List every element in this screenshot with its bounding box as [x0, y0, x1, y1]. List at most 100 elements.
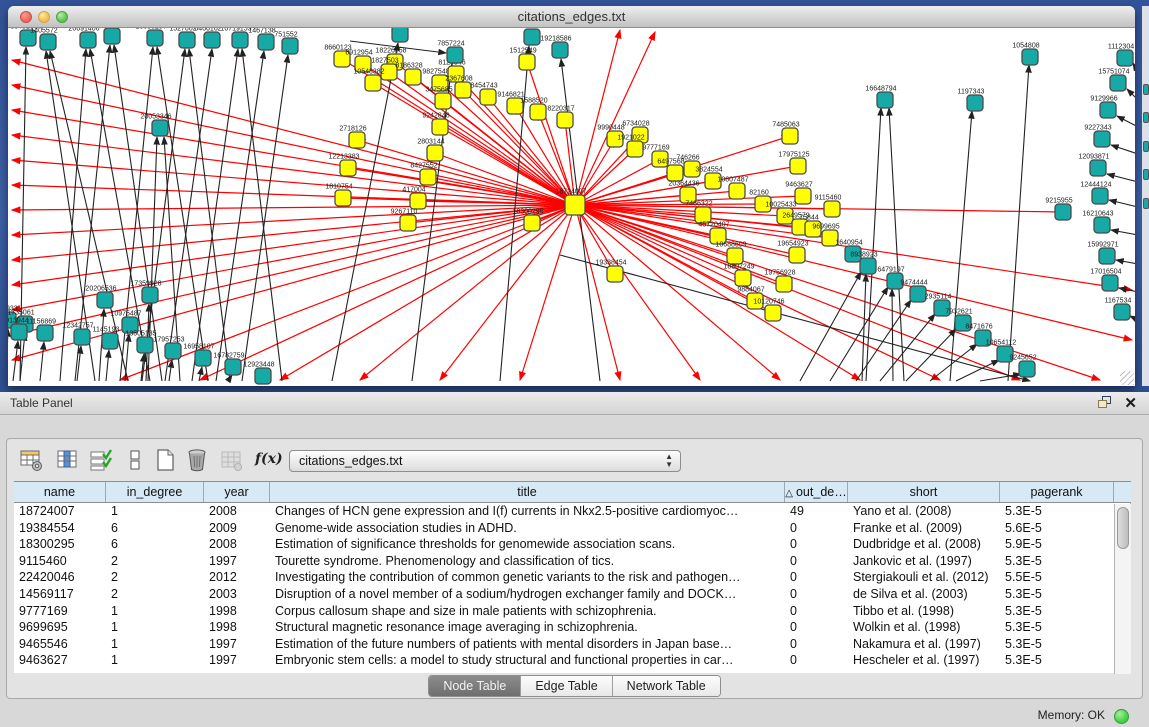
citation-network-graph[interactable]: 1872400786601238912954182260581827503105…: [8, 28, 1135, 386]
network-edge[interactable]: [1111, 230, 1135, 235]
column-header-short[interactable]: short: [848, 482, 1000, 502]
modify-table-icon[interactable]: [19, 448, 45, 474]
network-edge[interactable]: [12, 160, 575, 205]
network-node-9242848[interactable]: 9242848: [422, 113, 449, 136]
new-table-icon[interactable]: [153, 448, 179, 474]
network-edge[interactable]: [157, 47, 208, 381]
network-node-17975125[interactable]: 17975125: [778, 152, 809, 175]
network-node-16648794[interactable]: 16648794: [865, 86, 896, 109]
table-row[interactable]: 969969511998Structural magnetic resonanc…: [14, 619, 1130, 636]
table-row[interactable]: 1872400712008Changes of HCN gene express…: [14, 503, 1130, 520]
network-node-9474444[interactable]: 9474444: [900, 280, 927, 303]
network-edge[interactable]: [40, 342, 44, 381]
network-node-9129966[interactable]: 9129966: [1090, 96, 1117, 119]
network-edge[interactable]: [1008, 65, 1029, 381]
network-edge[interactable]: [13, 341, 18, 381]
select-rows-icon[interactable]: [89, 448, 115, 474]
network-edge[interactable]: [357, 140, 575, 205]
network-node-17016504[interactable]: 17016504: [1090, 269, 1121, 292]
network-node-8938923[interactable]: 8938923: [850, 252, 877, 275]
network-edge[interactable]: [1117, 116, 1135, 127]
network-node-10653287[interactable]: 10653287: [135, 28, 166, 46]
table-row[interactable]: 946362711997Embryonic stem cells: a mode…: [14, 652, 1130, 669]
network-node-1467138[interactable]: 1467138: [248, 28, 275, 50]
network-node-16033809[interactable]: 16033809: [380, 28, 411, 42]
network-edge[interactable]: [12, 205, 575, 260]
network-node-20206536[interactable]: 20206536: [85, 286, 116, 309]
network-edge[interactable]: [930, 344, 977, 381]
network-node-1145193[interactable]: 1145193: [93, 327, 120, 350]
table-row[interactable]: 2242004622012Investigating the contribut…: [14, 569, 1130, 586]
table-row[interactable]: 1456911722003Disruption of a novel membe…: [14, 586, 1130, 603]
network-node-9245652[interactable]: 9245652: [1009, 355, 1036, 378]
float-panel-icon[interactable]: [1098, 396, 1113, 414]
network-node-15751074[interactable]: 15751074: [1098, 69, 1129, 92]
network-node-9267110[interactable]: 9267110: [391, 209, 418, 232]
network-node-1197343[interactable]: 1197343: [958, 89, 985, 112]
network-edge[interactable]: [1130, 316, 1135, 320]
network-node-8813054[interactable]: 8813054: [514, 28, 541, 45]
network-node-12444124[interactable]: 12444124: [1080, 182, 1111, 205]
table-row[interactable]: 1830029562008Estimation of significance …: [14, 536, 1130, 553]
network-canvas[interactable]: 1872400786601238912954182260581827503105…: [8, 28, 1135, 386]
network-node-1512549[interactable]: 1512549: [509, 48, 536, 71]
column-header-year[interactable]: year: [204, 482, 270, 502]
network-edge[interactable]: [106, 350, 109, 381]
network-edge[interactable]: [575, 30, 620, 205]
network-node-417004[interactable]: 417004: [402, 187, 426, 210]
network-node-9227343[interactable]: 9227343: [1084, 125, 1111, 148]
table-panel-header[interactable]: Table Panel ✕: [0, 392, 1149, 415]
network-window-titlebar[interactable]: citations_edges.txt: [8, 6, 1135, 28]
network-node-13505135[interactable]: 13505135: [125, 331, 156, 354]
network-node-1054808[interactable]: 1054808: [1012, 43, 1039, 66]
network-edge[interactable]: [950, 111, 972, 381]
network-node-18807249[interactable]: 18807249: [723, 264, 754, 287]
network-node-2803144[interactable]: 2803144: [417, 139, 444, 162]
network-node-1588520[interactable]: 1588520: [520, 98, 547, 121]
network-node-8220317[interactable]: 8220317: [547, 106, 574, 129]
network-edge[interactable]: [192, 49, 238, 381]
show-columns-icon[interactable]: [55, 448, 81, 474]
network-edge[interactable]: [169, 360, 172, 381]
network-node-3475685[interactable]: 3475685: [425, 87, 452, 110]
network-node-16210643[interactable]: 16210643: [1082, 211, 1113, 234]
network-edge[interactable]: [830, 287, 888, 381]
network-edge[interactable]: [800, 272, 861, 381]
network-node-1112304[interactable]: 1112304: [1108, 44, 1134, 67]
tab-edge-table[interactable]: Edge Table: [521, 676, 612, 696]
network-node-12923448[interactable]: 12923448: [243, 362, 274, 385]
network-edge[interactable]: [216, 51, 264, 381]
table-row[interactable]: 911546021997Tourette syndrome. Phenomeno…: [14, 553, 1130, 570]
network-node-2718126[interactable]: 2718126: [339, 126, 366, 149]
network-node-12342757[interactable]: 12342757: [62, 323, 93, 346]
column-header-title[interactable]: title: [270, 482, 785, 502]
network-node-1167534[interactable]: 1167534: [1105, 298, 1132, 321]
network-node-751552[interactable]: 751552: [274, 32, 298, 55]
delete-table-icon[interactable]: [185, 448, 211, 474]
network-edge[interactable]: [1116, 260, 1135, 264]
network-edge[interactable]: [1119, 288, 1135, 292]
network-edge[interactable]: [892, 289, 893, 381]
network-node-19218586[interactable]: 19218586: [540, 36, 571, 59]
network-edge[interactable]: [575, 205, 1132, 340]
tab-network-table[interactable]: Network Table: [613, 676, 720, 696]
network-node-10719155[interactable]: 10719155: [220, 28, 251, 48]
network-node-10807487[interactable]: 10807487: [717, 177, 748, 200]
network-edge[interactable]: [165, 49, 212, 381]
network-edge[interactable]: [332, 43, 398, 381]
function-builder-icon[interactable]: f(x): [255, 451, 281, 477]
network-node-8186328[interactable]: 8186328: [395, 63, 422, 86]
network-edge[interactable]: [1109, 200, 1135, 207]
network-node-6466162[interactable]: 6466162: [194, 28, 221, 48]
network-node-8427552[interactable]: 8427552: [410, 163, 437, 186]
network-edge[interactable]: [880, 314, 935, 381]
table-selector-dropdown[interactable]: citations_edges.txt ▲▼: [289, 450, 681, 472]
column-header-pagerank[interactable]: pagerank: [1000, 482, 1114, 502]
column-header-name[interactable]: name: [14, 482, 106, 502]
network-edge[interactable]: [12, 205, 575, 310]
network-node-15992971[interactable]: 15992971: [1087, 242, 1118, 265]
network-node-1527602[interactable]: 1527602: [169, 28, 196, 48]
row-height-icon[interactable]: [123, 448, 149, 474]
tab-node-table[interactable]: Node Table: [429, 676, 521, 696]
memory-status-indicator[interactable]: [1114, 709, 1129, 724]
